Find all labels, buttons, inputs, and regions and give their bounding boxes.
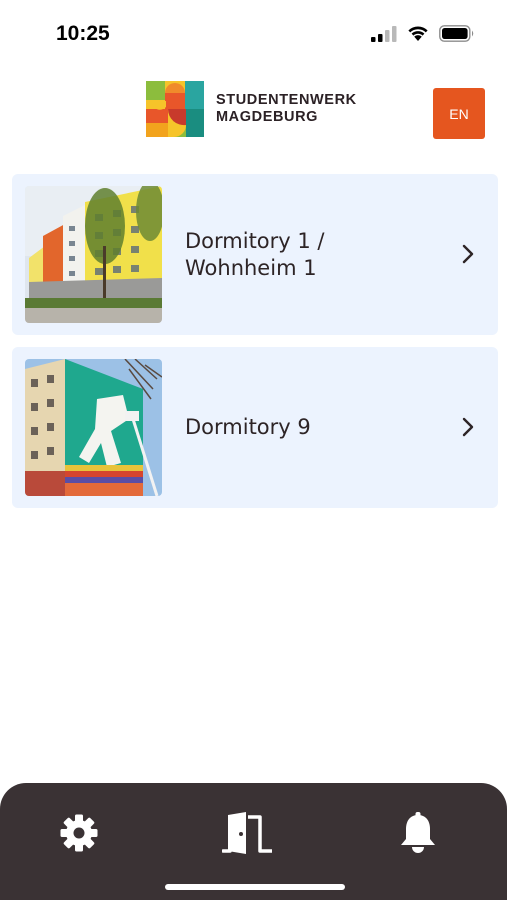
- tab-settings[interactable]: [49, 808, 109, 858]
- wifi-icon: [408, 26, 428, 41]
- app-header: STUDENTENWERK MAGDEBURG EN: [0, 70, 507, 160]
- door-icon: [222, 812, 272, 854]
- logo-wordmark: STUDENTENWERK MAGDEBURG: [216, 92, 357, 126]
- dormitory-1-photo: [25, 186, 162, 323]
- cellular-signal-icon: [371, 26, 397, 42]
- language-button[interactable]: EN: [433, 88, 485, 139]
- tab-dormitories[interactable]: [218, 808, 278, 858]
- home-indicator: [165, 884, 345, 890]
- bottom-tab-bar: [0, 783, 507, 900]
- status-time: 10:25: [56, 22, 110, 45]
- dormitory-1-name: Dormitory 1 / Wohnheim 1: [185, 229, 325, 280]
- dormitory-9-photo: [25, 359, 162, 496]
- dormitory-card-9[interactable]: Dormitory 9: [12, 347, 498, 508]
- logo-text-line2: MAGDEBURG: [216, 109, 319, 125]
- studentenwerk-logo-icon: [146, 81, 204, 137]
- dormitory-card-1[interactable]: Dormitory 1 / Wohnheim 1: [12, 174, 498, 335]
- battery-icon: [439, 25, 474, 42]
- gear-icon: [60, 814, 98, 852]
- dormitory-9-name: Dormitory 9: [185, 415, 311, 439]
- tab-notifications[interactable]: [388, 808, 448, 858]
- chevron-right-icon: [462, 244, 474, 264]
- status-bar: 10:25: [0, 0, 507, 70]
- logo-text-line1: STUDENTENWERK: [216, 92, 357, 108]
- bell-icon: [401, 812, 435, 853]
- chevron-right-icon: [462, 417, 474, 437]
